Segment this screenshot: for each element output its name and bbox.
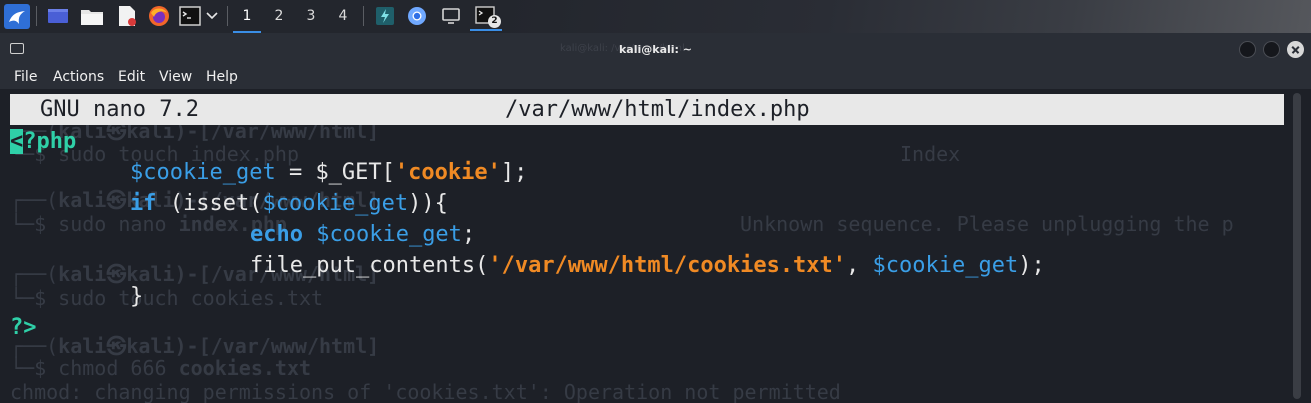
- code-line-5: file_put_contents('/var/www/html/cookies…: [250, 253, 1045, 278]
- terminal-area[interactable]: ┌──(kali㉿kali)-[/var/www/html] └─$ sudo …: [0, 89, 1311, 403]
- code-line-7: ?>: [10, 315, 37, 340]
- background-terminal-line: chmod: changing permissions of 'cookies.…: [10, 380, 841, 403]
- dropdown-icon[interactable]: [205, 5, 219, 27]
- taskbar: 1 2 3 4 2: [0, 0, 1311, 33]
- menu-actions[interactable]: Actions: [53, 69, 104, 85]
- background-terminal-line: Index: [900, 142, 961, 166]
- menu-file[interactable]: File: [14, 69, 37, 85]
- text-cursor: <: [10, 129, 24, 154]
- nano-filename: /var/www/html/index.php: [505, 97, 810, 122]
- code-line-4: echo $cookie_get;: [250, 222, 476, 247]
- background-terminal-line: └─$ sudo touch cookies.txt: [10, 286, 324, 310]
- terminal-scrollbar[interactable]: [1288, 89, 1311, 403]
- taskbar-separator: [227, 6, 228, 26]
- minimize-button[interactable]: [1239, 41, 1256, 58]
- display-icon[interactable]: [440, 5, 462, 27]
- firefox-icon[interactable]: [148, 5, 170, 27]
- text-editor-icon[interactable]: [116, 5, 138, 27]
- code-line-2: $cookie_get = $_GET['cookie'];: [130, 160, 528, 185]
- maximize-button[interactable]: [1263, 41, 1280, 58]
- menu-edit[interactable]: Edit: [118, 69, 145, 85]
- workspace-4[interactable]: 4: [329, 0, 357, 33]
- app-icon[interactable]: [374, 5, 396, 27]
- code-line-3: if (isset($cookie_get)){: [130, 191, 448, 216]
- code-line-6: }: [130, 284, 144, 309]
- files-icon[interactable]: [80, 5, 104, 27]
- menu-view[interactable]: View: [159, 69, 192, 85]
- terminal-count-badge: 2: [488, 15, 501, 28]
- window-titlebar[interactable]: kali@kali: /var/www/html kali@kali: ~: [0, 33, 1311, 66]
- code-line-1: <?php: [10, 129, 77, 154]
- background-terminal-line: Unknown sequence. Please unplugging the …: [740, 212, 1234, 236]
- close-button[interactable]: [1287, 41, 1304, 58]
- terminal-icon[interactable]: [178, 5, 202, 27]
- workspace-1[interactable]: 1: [233, 0, 261, 33]
- terminal-window-icon[interactable]: 2: [470, 3, 502, 31]
- workspace-3[interactable]: 3: [297, 0, 325, 33]
- desktop-icon[interactable]: [47, 5, 69, 27]
- taskbar-separator: [363, 6, 364, 26]
- workspace-2[interactable]: 2: [265, 0, 293, 33]
- window-title: kali@kali: ~: [618, 43, 692, 56]
- taskbar-separator: [36, 6, 37, 26]
- taskbar-background: [505, 0, 1311, 33]
- scrollbar-thumb[interactable]: [1293, 93, 1301, 399]
- menu-bar: File Actions Edit View Help: [0, 66, 1311, 89]
- chromium-icon[interactable]: [406, 5, 428, 27]
- nano-header-bar: GNU nano 7.2 /var/www/html/index.php: [10, 94, 1284, 125]
- menu-help[interactable]: Help: [206, 69, 238, 85]
- kali-menu-icon[interactable]: [4, 4, 30, 29]
- nano-version: GNU nano 7.2: [40, 97, 199, 122]
